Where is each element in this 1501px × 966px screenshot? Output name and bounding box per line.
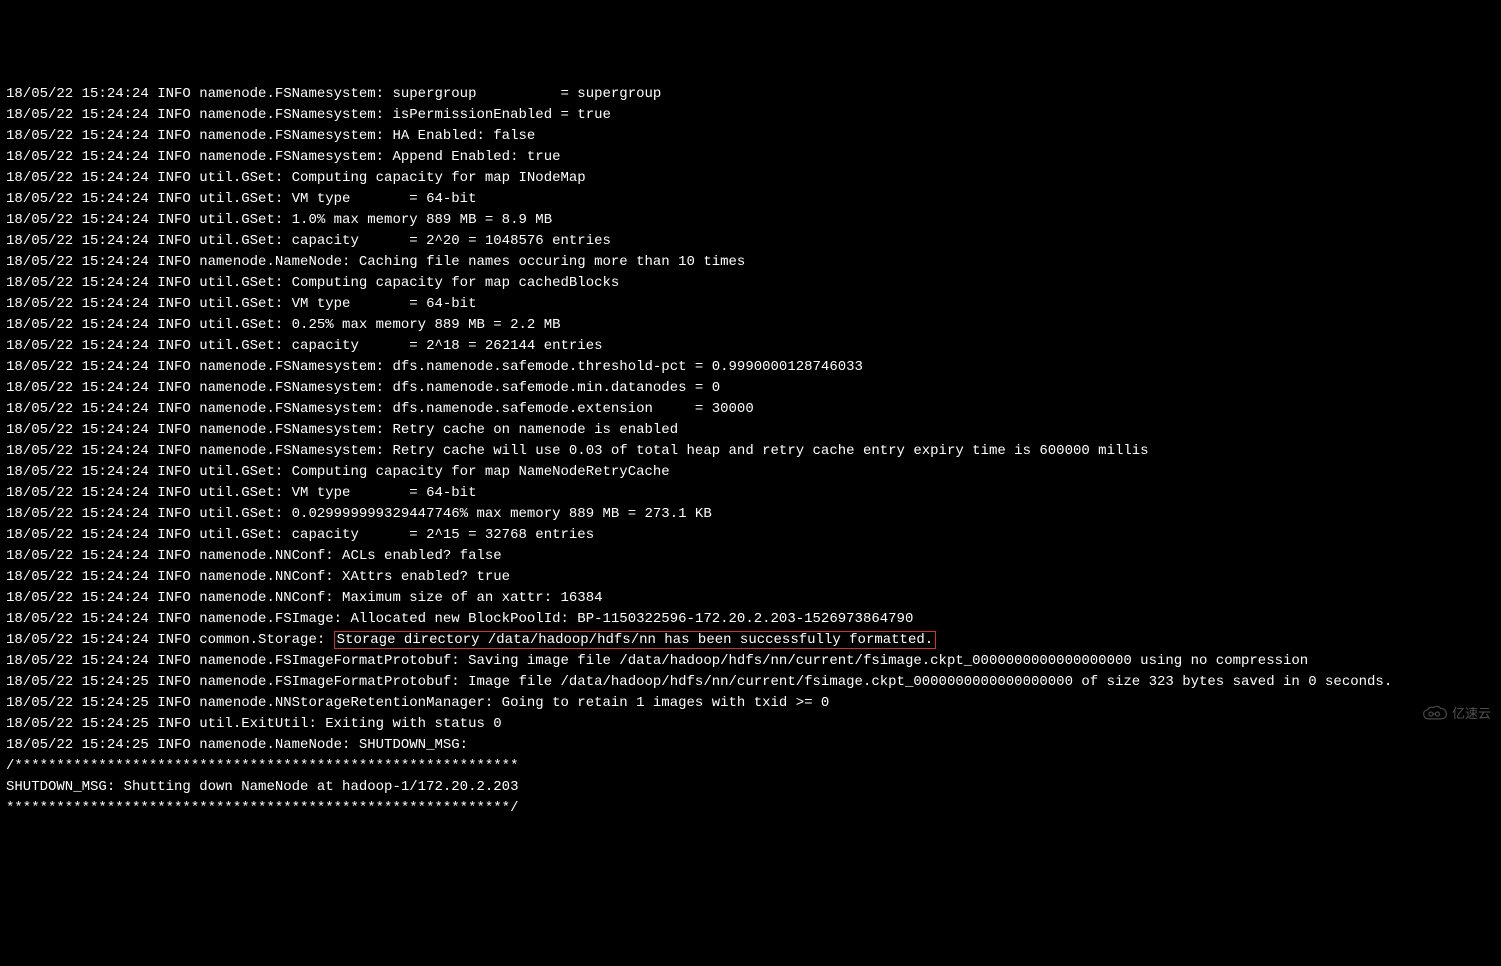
highlighted-message: Storage directory /data/hadoop/hdfs/nn h…: [334, 631, 937, 649]
cloud-icon: [1422, 705, 1448, 723]
log-line: 18/05/22 15:24:24 INFO util.GSet: 0.0299…: [6, 504, 1495, 525]
log-line: ****************************************…: [6, 798, 1495, 819]
log-line: 18/05/22 15:24:24 INFO util.GSet: VM typ…: [6, 294, 1495, 315]
log-line: 18/05/22 15:24:25 INFO namenode.NNStorag…: [6, 693, 1495, 714]
log-line: 18/05/22 15:24:24 INFO namenode.FSImage:…: [6, 609, 1495, 630]
log-line: 18/05/22 15:24:24 INFO util.GSet: 1.0% m…: [6, 210, 1495, 231]
log-line: 18/05/22 15:24:24 INFO namenode.FSNamesy…: [6, 147, 1495, 168]
log-line: 18/05/22 15:24:24 INFO util.GSet: Comput…: [6, 273, 1495, 294]
terminal-output[interactable]: 18/05/22 15:24:24 INFO namenode.FSNamesy…: [6, 84, 1495, 819]
log-line: 18/05/22 15:24:24 INFO util.GSet: Comput…: [6, 168, 1495, 189]
log-line: 18/05/22 15:24:25 INFO namenode.FSImageF…: [6, 672, 1495, 693]
log-line: 18/05/22 15:24:24 INFO util.GSet: VM typ…: [6, 483, 1495, 504]
log-line: 18/05/22 15:24:24 INFO util.GSet: 0.25% …: [6, 315, 1495, 336]
log-line-prefix: 18/05/22 15:24:24 INFO common.Storage:: [6, 632, 334, 648]
log-line: /***************************************…: [6, 756, 1495, 777]
log-line: 18/05/22 15:24:24 INFO util.GSet: capaci…: [6, 231, 1495, 252]
watermark: 亿速云: [1422, 703, 1491, 724]
log-line: 18/05/22 15:24:24 INFO namenode.NNConf: …: [6, 546, 1495, 567]
log-line: 18/05/22 15:24:25 INFO namenode.NameNode…: [6, 735, 1495, 756]
log-line: 18/05/22 15:24:24 INFO namenode.FSNamesy…: [6, 84, 1495, 105]
log-line: 18/05/22 15:24:24 INFO util.GSet: Comput…: [6, 462, 1495, 483]
log-line: 18/05/22 15:24:25 INFO util.ExitUtil: Ex…: [6, 714, 1495, 735]
log-line: 18/05/22 15:24:24 INFO util.GSet: VM typ…: [6, 189, 1495, 210]
log-line-highlighted: 18/05/22 15:24:24 INFO common.Storage: S…: [6, 630, 1495, 651]
log-line: 18/05/22 15:24:24 INFO util.GSet: capaci…: [6, 336, 1495, 357]
log-line: 18/05/22 15:24:24 INFO namenode.NNConf: …: [6, 588, 1495, 609]
log-line: SHUTDOWN_MSG: Shutting down NameNode at …: [6, 777, 1495, 798]
log-line: 18/05/22 15:24:24 INFO namenode.FSNamesy…: [6, 357, 1495, 378]
log-line: 18/05/22 15:24:24 INFO util.GSet: capaci…: [6, 525, 1495, 546]
log-line: 18/05/22 15:24:24 INFO namenode.FSImageF…: [6, 651, 1495, 672]
log-line: 18/05/22 15:24:24 INFO namenode.NameNode…: [6, 252, 1495, 273]
log-line: 18/05/22 15:24:24 INFO namenode.NNConf: …: [6, 567, 1495, 588]
log-line: 18/05/22 15:24:24 INFO namenode.FSNamesy…: [6, 399, 1495, 420]
log-line: 18/05/22 15:24:24 INFO namenode.FSNamesy…: [6, 378, 1495, 399]
log-line: 18/05/22 15:24:24 INFO namenode.FSNamesy…: [6, 105, 1495, 126]
log-line: 18/05/22 15:24:24 INFO namenode.FSNamesy…: [6, 126, 1495, 147]
watermark-text: 亿速云: [1452, 703, 1491, 724]
log-line: 18/05/22 15:24:24 INFO namenode.FSNamesy…: [6, 441, 1495, 462]
log-line: 18/05/22 15:24:24 INFO namenode.FSNamesy…: [6, 420, 1495, 441]
